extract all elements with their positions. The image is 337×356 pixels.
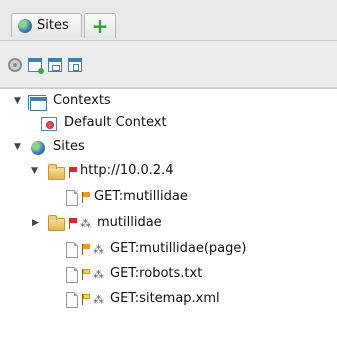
options-icon[interactable] [8,58,22,72]
item-label: GET:mutillidae [94,189,188,204]
folder-icon [48,164,65,180]
orange-flag-icon [82,244,92,255]
sites-tree: ▼ Contexts Default Context ▼ Sites ▼ htt… [0,88,337,356]
contexts-icon [28,95,47,111]
item-label: GET:sitemap.xml [110,291,220,306]
folder-icon [48,215,65,231]
page-icon [66,292,78,308]
orange-flag-icon [82,192,92,203]
globe-icon [31,141,45,155]
import-context-icon[interactable] [48,58,62,72]
tab-bar: Sites + [0,0,337,41]
default-context-icon [41,117,57,131]
item-label: mutillidae [97,215,162,230]
page-icon [66,267,78,283]
contexts-label: Contexts [53,93,111,108]
page-icon [66,190,78,206]
item-label: GET:robots.txt [110,266,203,281]
item-label: GET:mutillidae(page) [110,241,247,256]
default-context-label: Default Context [64,115,167,130]
host-label: http://10.0.2.4 [80,163,174,178]
red-flag-icon [69,218,79,229]
new-context-icon[interactable] [28,58,44,74]
expand-down-icon[interactable]: ▼ [14,96,21,106]
plus-icon: + [91,14,109,38]
toolbar [0,41,337,88]
red-flag-icon [69,167,79,178]
globe-icon [18,18,32,33]
expand-down-icon[interactable]: ▼ [31,166,38,176]
spider-icon: ⁂ [93,293,104,306]
sites-label: Sites [53,139,85,154]
spider-icon: ⁂ [93,243,104,256]
tab-sites-label: Sites [37,18,69,33]
export-context-icon[interactable] [68,58,82,72]
spider-icon: ⁂ [80,217,91,230]
spider-icon: ⁂ [93,268,104,281]
yellow-flag-icon [82,269,92,280]
page-icon [66,242,78,258]
expand-right-icon[interactable]: ▶ [32,218,39,228]
yellow-flag-icon [82,294,92,305]
tab-sites[interactable]: Sites [11,13,82,37]
add-tab-button[interactable]: + [84,13,116,38]
expand-down-icon[interactable]: ▼ [14,142,21,152]
